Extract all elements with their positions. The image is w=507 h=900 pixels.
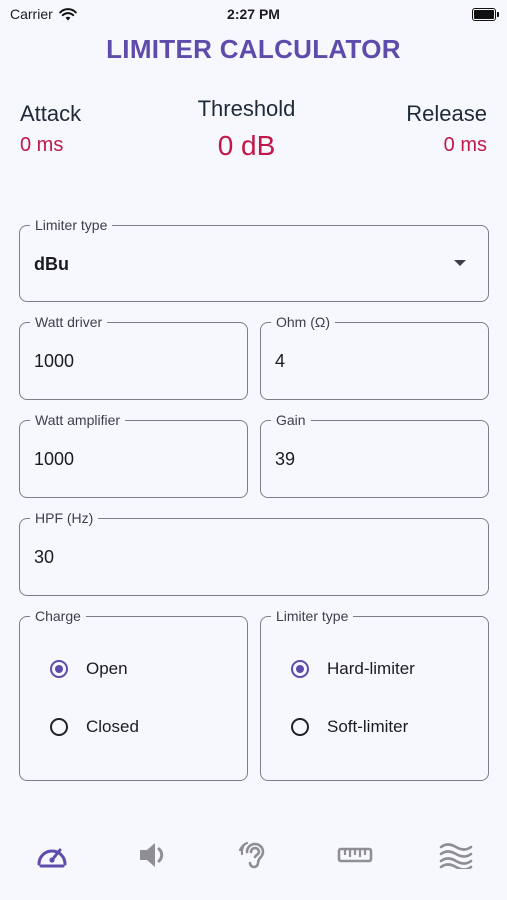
limiter-type-label: Limiter type <box>30 216 113 234</box>
ohm-value: 4 <box>275 351 286 371</box>
release-label: Release <box>406 101 487 126</box>
nav-limiter[interactable] <box>27 830 77 880</box>
radio-open[interactable]: Open <box>50 659 128 679</box>
status-bar: Carrier 2:27 PM <box>0 0 507 28</box>
hpf-value: 30 <box>34 547 55 567</box>
nav-hearing[interactable] <box>229 830 279 880</box>
bottom-nav <box>0 830 507 890</box>
ruler-icon[interactable] <box>337 844 373 866</box>
radio-hard-limiter-label[interactable]: Hard-limiter <box>327 659 415 679</box>
watt-driver-field[interactable]: Watt driver 1000 <box>19 313 248 400</box>
speaker-icon[interactable] <box>137 840 169 870</box>
radio-soft-limiter-button[interactable] <box>291 718 309 736</box>
watt-driver-label: Watt driver <box>30 313 108 331</box>
radio-open-button[interactable] <box>50 660 68 678</box>
speedometer-icon[interactable] <box>35 840 69 870</box>
radio-soft-limiter[interactable]: Soft-limiter <box>291 717 408 737</box>
gain-label: Gain <box>271 411 311 429</box>
charge-label: Charge <box>30 607 86 625</box>
limiter-type-select[interactable]: Limiter type dBu <box>19 216 489 302</box>
radio-closed[interactable]: Closed <box>50 717 139 737</box>
radio-closed-button[interactable] <box>50 718 68 736</box>
ohm-field[interactable]: Ohm (Ω) 4 <box>260 313 489 400</box>
ohm-label: Ohm (Ω) <box>271 313 336 331</box>
waves-icon[interactable] <box>439 841 473 869</box>
battery-icon <box>472 8 499 21</box>
nav-waves[interactable] <box>431 830 481 880</box>
page-title: LIMITER CALCULATOR <box>106 34 401 64</box>
watt-driver-value: 1000 <box>34 351 75 371</box>
limiter-type-value: dBu <box>34 254 69 274</box>
threshold-value: 0 dB <box>217 130 276 161</box>
radio-closed-label[interactable]: Closed <box>86 717 139 737</box>
limiter-mode-label: Limiter type <box>271 607 354 625</box>
limiter-mode-group: Limiter type Hard-limiter Soft-limiter <box>260 607 489 781</box>
radio-soft-limiter-label[interactable]: Soft-limiter <box>327 717 408 737</box>
charge-group: Charge Open Closed <box>19 607 248 781</box>
nav-speaker[interactable] <box>128 830 178 880</box>
status-time: 2:27 PM <box>227 6 280 22</box>
gain-field[interactable]: Gain 39 <box>260 411 489 498</box>
hpf-field[interactable]: HPF (Hz) 30 <box>19 509 489 596</box>
watt-amplifier-value: 1000 <box>34 449 75 469</box>
hpf-label: HPF (Hz) <box>30 509 99 527</box>
release-value: 0 ms <box>443 134 487 156</box>
ear-icon[interactable] <box>238 839 270 871</box>
radio-hard-limiter[interactable]: Hard-limiter <box>291 659 415 679</box>
radio-hard-limiter-button[interactable] <box>291 660 309 678</box>
dropdown-arrow-icon[interactable] <box>454 260 466 266</box>
watt-amplifier-field[interactable]: Watt amplifier 1000 <box>19 411 248 498</box>
watt-amplifier-label: Watt amplifier <box>30 411 126 429</box>
gain-value: 39 <box>275 449 296 469</box>
nav-measure[interactable] <box>330 830 380 880</box>
radio-open-label[interactable]: Open <box>86 659 128 679</box>
